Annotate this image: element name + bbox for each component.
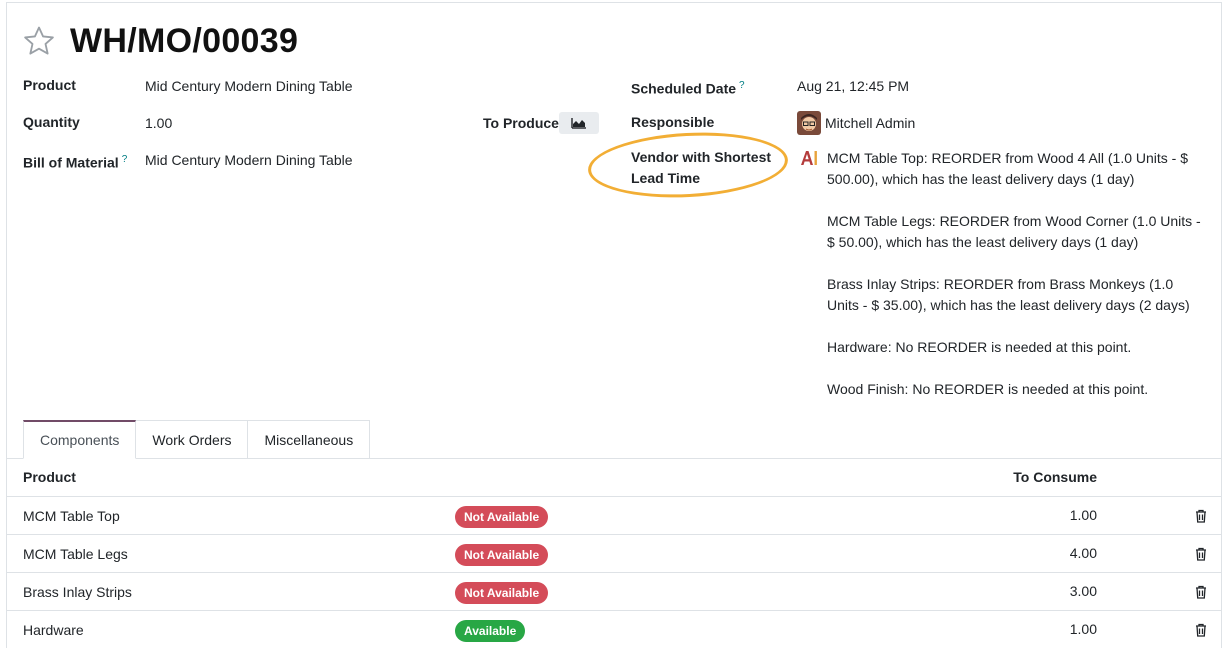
responsible-field[interactable]: Mitchell Admin (825, 113, 915, 134)
forecast-button[interactable] (559, 112, 599, 134)
table-row[interactable]: Hardware Available 1.00 (6, 611, 1222, 648)
vendor-lead-time-field: MCM Table Top: REORDER from Wood 4 All (… (827, 148, 1207, 421)
scheduled-date-label: Scheduled Date? (631, 80, 745, 97)
column-to-consume[interactable]: To Consume (1013, 469, 1097, 485)
quantity-field[interactable]: 1.00 (145, 113, 172, 134)
area-chart-icon (571, 118, 586, 129)
ai-icon (801, 151, 817, 165)
scheduled-date-field[interactable]: Aug 21, 12:45 PM (797, 76, 909, 97)
table-row[interactable]: Brass Inlay Strips Not Available 3.00 (6, 573, 1222, 611)
vendor-line: MCM Table Top: REORDER from Wood 4 All (… (827, 150, 1189, 187)
bom-help-icon[interactable]: ? (122, 154, 128, 165)
responsible-label: Responsible (631, 114, 715, 130)
row-product: Hardware (23, 622, 84, 638)
tab-work-orders[interactable]: Work Orders (136, 420, 249, 459)
scheduled-help-icon[interactable]: ? (739, 80, 745, 91)
bom-label: Bill of Material? (23, 154, 128, 171)
row-to-consume[interactable]: 1.00 (1070, 507, 1097, 523)
star-icon[interactable] (22, 24, 56, 58)
record-title: WH/MO/00039 (70, 22, 299, 60)
trash-icon[interactable] (1195, 509, 1207, 523)
status-badge: Not Available (455, 544, 549, 566)
row-product: Brass Inlay Strips (23, 584, 132, 600)
vendor-line: Brass Inlay Strips: REORDER from Brass M… (827, 276, 1190, 313)
row-product: MCM Table Legs (23, 546, 128, 562)
trash-icon[interactable] (1195, 585, 1207, 599)
tab-components[interactable]: Components (23, 420, 137, 459)
column-product[interactable]: Product (23, 469, 76, 485)
product-field[interactable]: Mid Century Modern Dining Table (145, 76, 353, 97)
status-badge: Not Available (455, 506, 549, 528)
row-to-consume[interactable]: 4.00 (1070, 545, 1097, 561)
row-to-consume[interactable]: 3.00 (1070, 583, 1097, 599)
row-to-consume[interactable]: 1.00 (1070, 621, 1097, 637)
row-product: MCM Table Top (23, 508, 120, 524)
product-label: Product (23, 77, 76, 93)
vendor-line: Wood Finish: No REORDER is needed at thi… (827, 381, 1149, 397)
table-row[interactable]: MCM Table Legs Not Available 4.00 (6, 535, 1222, 573)
tab-miscellaneous[interactable]: Miscellaneous (248, 420, 371, 459)
trash-icon[interactable] (1195, 623, 1207, 637)
to-produce-label: To Produce (483, 115, 559, 131)
trash-icon[interactable] (1195, 547, 1207, 561)
table-row[interactable]: MCM Table Top Not Available 1.00 (6, 497, 1222, 535)
status-badge: Available (455, 620, 526, 642)
avatar (797, 111, 821, 135)
notebook-tabs: Components Work Orders Miscellaneous (23, 420, 371, 459)
bom-field[interactable]: Mid Century Modern Dining Table (145, 150, 353, 171)
quantity-label: Quantity (23, 114, 80, 130)
vendor-line: Hardware: No REORDER is needed at this p… (827, 339, 1132, 355)
vendor-line: MCM Table Legs: REORDER from Wood Corner… (827, 213, 1201, 250)
table-header: Product To Consume (6, 459, 1222, 497)
status-badge: Not Available (455, 582, 549, 604)
